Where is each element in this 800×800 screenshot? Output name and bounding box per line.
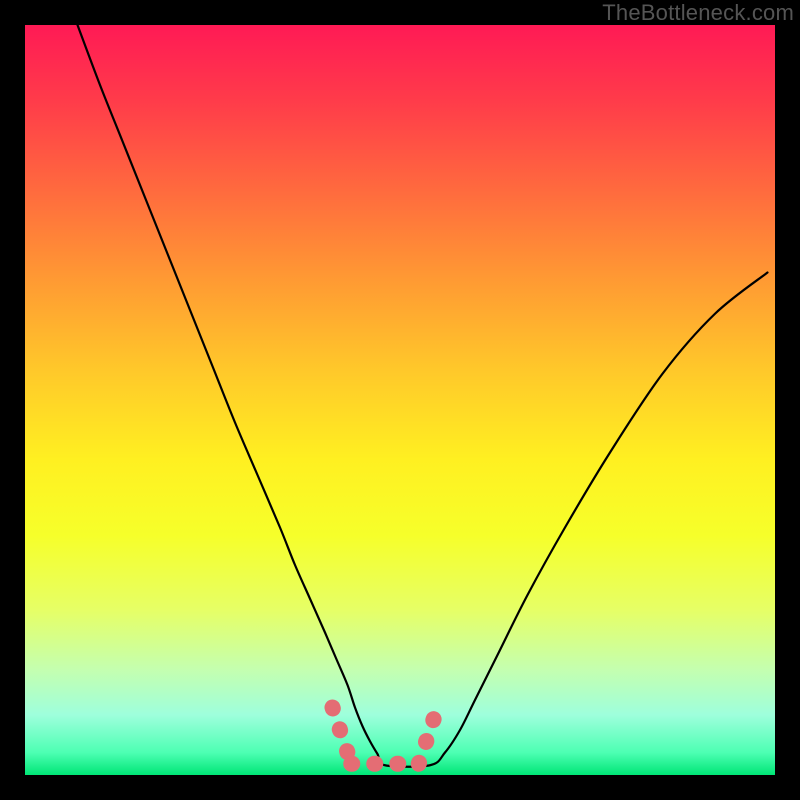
- curve-overlay: [25, 25, 775, 775]
- chart-frame: TheBottleneck.com: [0, 0, 800, 800]
- marker-segment: [333, 708, 352, 764]
- highlight-markers: [333, 708, 438, 764]
- watermark-text: TheBottleneck.com: [602, 0, 794, 26]
- marker-segment: [419, 708, 438, 764]
- plot-area: [25, 25, 775, 775]
- bottleneck-curve: [78, 25, 768, 767]
